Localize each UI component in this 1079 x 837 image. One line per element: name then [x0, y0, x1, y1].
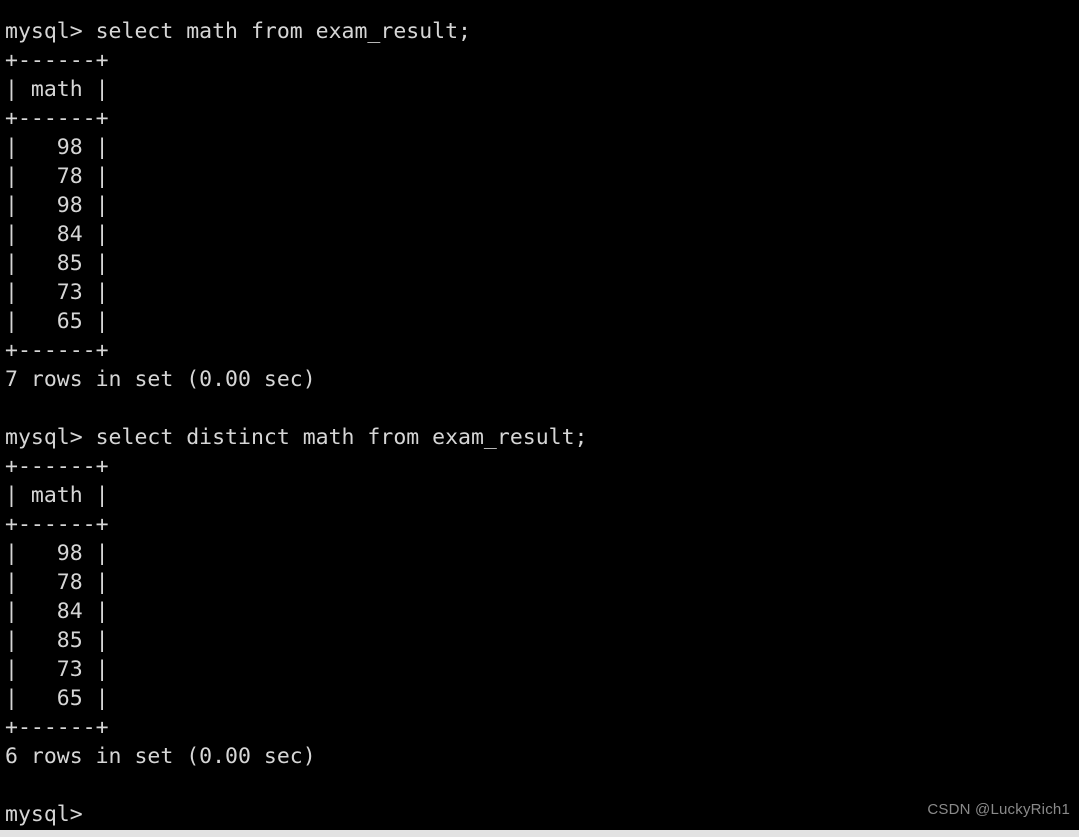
terminal-line: | 65 | [5, 686, 109, 711]
terminal-prompt-line[interactable]: mysql> [5, 800, 1079, 837]
terminal-line: | 84 | [5, 222, 109, 247]
terminal-output-area[interactable]: mysql> select math from exam_result; +--… [0, 0, 1079, 837]
terminal-line: | 84 | [5, 599, 109, 624]
terminal-line: 6 rows in set (0.00 sec) [5, 744, 316, 769]
mysql-prompt-label: mysql> [5, 802, 96, 827]
terminal-window[interactable]: mysql> select math from exam_result; +--… [0, 0, 1079, 837]
terminal-line: | 98 | [5, 541, 109, 566]
terminal-line: +------+ [5, 48, 109, 73]
terminal-line: | math | [5, 483, 109, 508]
terminal-line: +------+ [5, 454, 109, 479]
terminal-line: +------+ [5, 512, 109, 537]
terminal-line: mysql> select distinct math from exam_re… [5, 425, 588, 450]
terminal-line: 7 rows in set (0.00 sec) [5, 367, 316, 392]
terminal-line: | 85 | [5, 251, 109, 276]
terminal-line: +------+ [5, 338, 109, 363]
terminal-line: | 98 | [5, 193, 109, 218]
window-bottom-edge [0, 830, 1079, 837]
terminal-line: | 78 | [5, 570, 109, 595]
terminal-line: | 73 | [5, 280, 109, 305]
terminal-line: +------+ [5, 715, 109, 740]
terminal-line: +------+ [5, 106, 109, 131]
terminal-line: | math | [5, 77, 109, 102]
terminal-line: | 85 | [5, 628, 109, 653]
terminal-line: | 98 | [5, 135, 109, 160]
terminal-line: | 78 | [5, 164, 109, 189]
terminal-line: | 73 | [5, 657, 109, 682]
terminal-line: mysql> select math from exam_result; [5, 19, 471, 44]
terminal-line: | 65 | [5, 309, 109, 334]
csdn-watermark: CSDN @LuckyRich1 [927, 801, 1070, 818]
